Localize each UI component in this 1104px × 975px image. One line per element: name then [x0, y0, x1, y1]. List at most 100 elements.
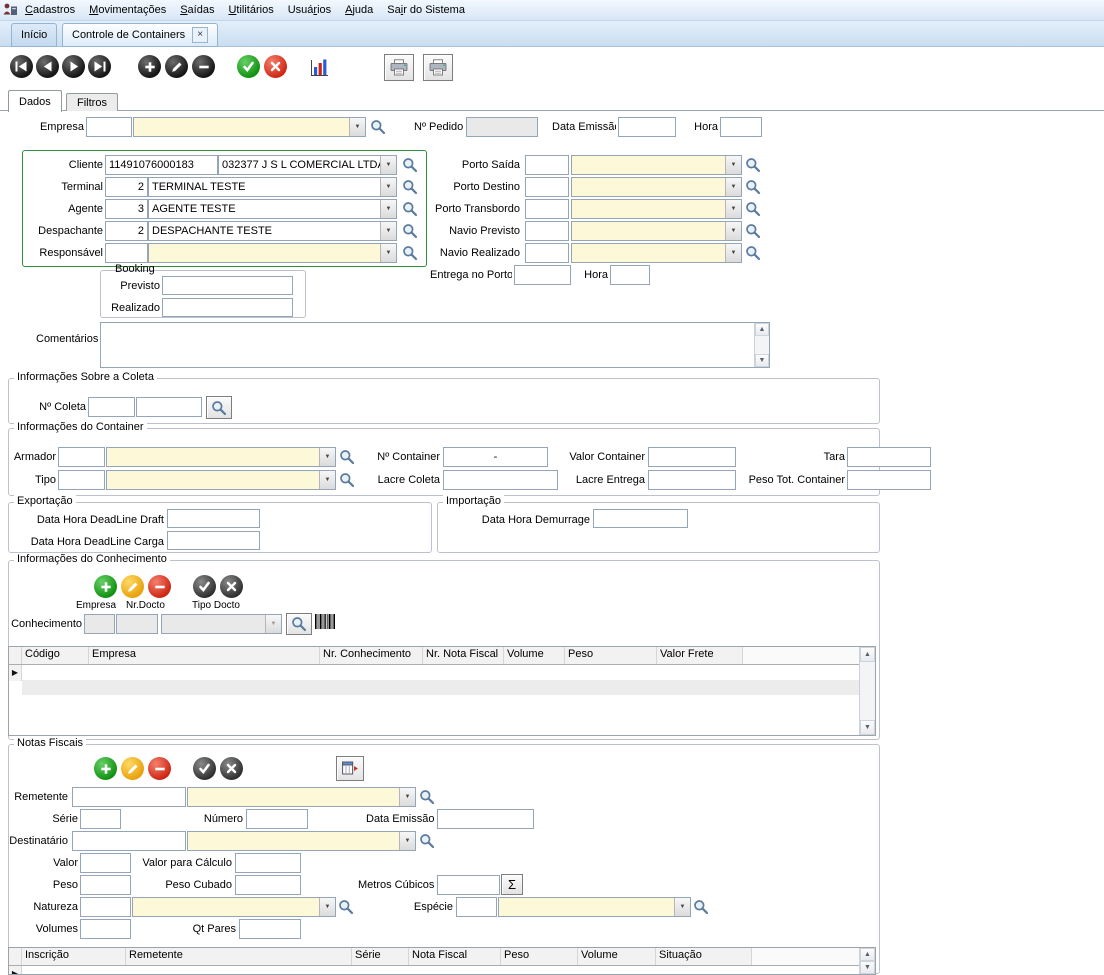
combo-arrow-icon[interactable]: ▼ [399, 788, 415, 806]
combo-arrow-icon[interactable]: ▼ [380, 244, 396, 262]
entrega-hora-field[interactable] [610, 265, 650, 285]
empresa-code-field[interactable] [86, 117, 132, 137]
porto-destino-code-field[interactable] [525, 177, 569, 197]
n-coleta-code-field[interactable] [88, 397, 135, 417]
responsavel-code-field[interactable] [105, 243, 148, 263]
grid-scrollbar[interactable]: ▲ ▼ [859, 948, 875, 974]
notas-cancel-button[interactable] [220, 757, 243, 780]
terminal-combo[interactable]: TERMINAL TESTE ▼ [148, 177, 397, 197]
especie-combo[interactable]: ▼ [498, 897, 691, 917]
notas-add-button[interactable] [94, 757, 117, 780]
edit-record-button[interactable] [165, 55, 188, 78]
menu-cadastros[interactable]: Cadastros [18, 2, 82, 18]
combo-arrow-icon[interactable]: ▼ [319, 448, 335, 466]
armador-code-field[interactable] [58, 447, 105, 467]
combo-arrow-icon[interactable]: ▼ [380, 156, 396, 174]
agente-code-field[interactable]: 3 [105, 199, 148, 219]
navio-previsto-combo[interactable]: ▼ [571, 221, 742, 241]
transfer-nf-button[interactable] [336, 756, 364, 781]
combo-arrow-icon[interactable]: ▼ [725, 222, 741, 240]
n-coleta-search-button[interactable] [206, 396, 232, 419]
menu-sair[interactable]: Sair do Sistema [380, 2, 472, 18]
print-button-2[interactable] [423, 54, 453, 81]
responsavel-search-icon[interactable] [402, 245, 419, 262]
notas-edit-button[interactable] [121, 757, 144, 780]
porto-transbordo-combo[interactable]: ▼ [571, 199, 742, 219]
n-container-field[interactable]: - [443, 447, 548, 467]
conhecimento-delete-button[interactable] [148, 575, 171, 598]
qt-pares-field[interactable] [239, 919, 301, 939]
combo-arrow-icon[interactable]: ▼ [674, 898, 690, 916]
grid-selected-row[interactable] [22, 680, 859, 695]
combo-arrow-icon[interactable]: ▼ [725, 200, 741, 218]
memo-scrollbar[interactable]: ▲ ▼ [754, 323, 769, 367]
porto-saida-search-icon[interactable] [745, 157, 762, 174]
despachante-search-icon[interactable] [402, 223, 419, 240]
valor-field[interactable] [80, 853, 131, 873]
menu-usuarios[interactable]: Usuários [281, 2, 338, 18]
serie-field[interactable] [80, 809, 121, 829]
lacre-entrega-field[interactable] [648, 470, 736, 490]
sum-button[interactable]: Σ [501, 874, 523, 895]
combo-arrow-icon[interactable]: ▼ [380, 222, 396, 240]
scroll-down-icon[interactable]: ▼ [755, 354, 769, 367]
cliente-search-icon[interactable] [402, 157, 419, 174]
tipo-search-icon[interactable] [339, 472, 356, 489]
first-record-button[interactable] [10, 55, 33, 78]
scroll-up-icon[interactable]: ▲ [755, 323, 769, 336]
notas-confirm-button[interactable] [193, 757, 216, 780]
natureza-combo[interactable]: ▼ [132, 897, 336, 917]
deadline-carga-field[interactable] [167, 531, 260, 550]
prev-record-button[interactable] [36, 55, 59, 78]
navio-previsto-code-field[interactable] [525, 221, 569, 241]
conhecimento-confirm-button[interactable] [193, 575, 216, 598]
scroll-down-icon[interactable]: ▼ [860, 961, 875, 974]
natureza-code-field[interactable] [80, 897, 131, 917]
navio-realizado-combo[interactable]: ▼ [571, 243, 742, 263]
tipo-code-field[interactable] [58, 470, 105, 490]
print-button[interactable] [384, 54, 414, 81]
confirm-button[interactable] [237, 55, 260, 78]
booking-realizado-field[interactable] [162, 298, 293, 317]
entrega-porto-field[interactable] [514, 265, 571, 285]
demurrage-field[interactable] [593, 509, 688, 528]
porto-destino-combo[interactable]: ▼ [571, 177, 742, 197]
chart-button[interactable] [308, 56, 330, 81]
porto-saida-combo[interactable]: ▼ [571, 155, 742, 175]
menu-movimentacoes[interactable]: Movimentações [82, 2, 173, 18]
notas-delete-button[interactable] [148, 757, 171, 780]
combo-arrow-icon[interactable]: ▼ [380, 178, 396, 196]
destinatario-code-field[interactable] [72, 831, 186, 851]
menu-utilitarios[interactable]: Utilitários [221, 2, 280, 18]
agente-combo[interactable]: AGENTE TESTE ▼ [148, 199, 397, 219]
hora-field[interactable] [720, 117, 762, 137]
notas-grid[interactable]: Inscrição Remetente Série Nota Fiscal Pe… [8, 947, 876, 975]
destinatario-search-icon[interactable] [419, 833, 436, 850]
combo-arrow-icon[interactable]: ▼ [725, 156, 741, 174]
deadline-draft-field[interactable] [167, 509, 260, 528]
grid-row[interactable]: ▶ [9, 665, 875, 681]
armador-search-icon[interactable] [339, 449, 356, 466]
conhecimento-cancel-button[interactable] [220, 575, 243, 598]
grid-scrollbar[interactable]: ▲ ▼ [859, 647, 875, 735]
booking-previsto-field[interactable] [162, 276, 293, 295]
metros-cubicos-field[interactable] [437, 875, 500, 895]
navio-realizado-search-icon[interactable] [745, 245, 762, 262]
n-coleta-field[interactable] [136, 397, 202, 417]
tab-inicio[interactable]: Início [11, 23, 58, 47]
lacre-coleta-field[interactable] [443, 470, 558, 490]
combo-arrow-icon[interactable]: ▼ [349, 118, 365, 136]
responsavel-combo[interactable]: ▼ [148, 243, 397, 263]
tab-controle-de-containers[interactable]: Controle de Containers × [62, 23, 219, 47]
cancel-button[interactable] [264, 55, 287, 78]
peso-cubado-field[interactable] [235, 875, 301, 895]
menu-saidas[interactable]: Saídas [173, 2, 221, 18]
armador-combo[interactable]: ▼ [106, 447, 336, 467]
delete-record-button[interactable] [192, 55, 215, 78]
conhecimento-add-button[interactable] [94, 575, 117, 598]
tara-field[interactable] [847, 447, 931, 467]
menu-ajuda[interactable]: Ajuda [338, 2, 380, 18]
nf-data-emissao-field[interactable] [437, 809, 534, 829]
agente-search-icon[interactable] [402, 201, 419, 218]
valor-calculo-field[interactable] [235, 853, 301, 873]
